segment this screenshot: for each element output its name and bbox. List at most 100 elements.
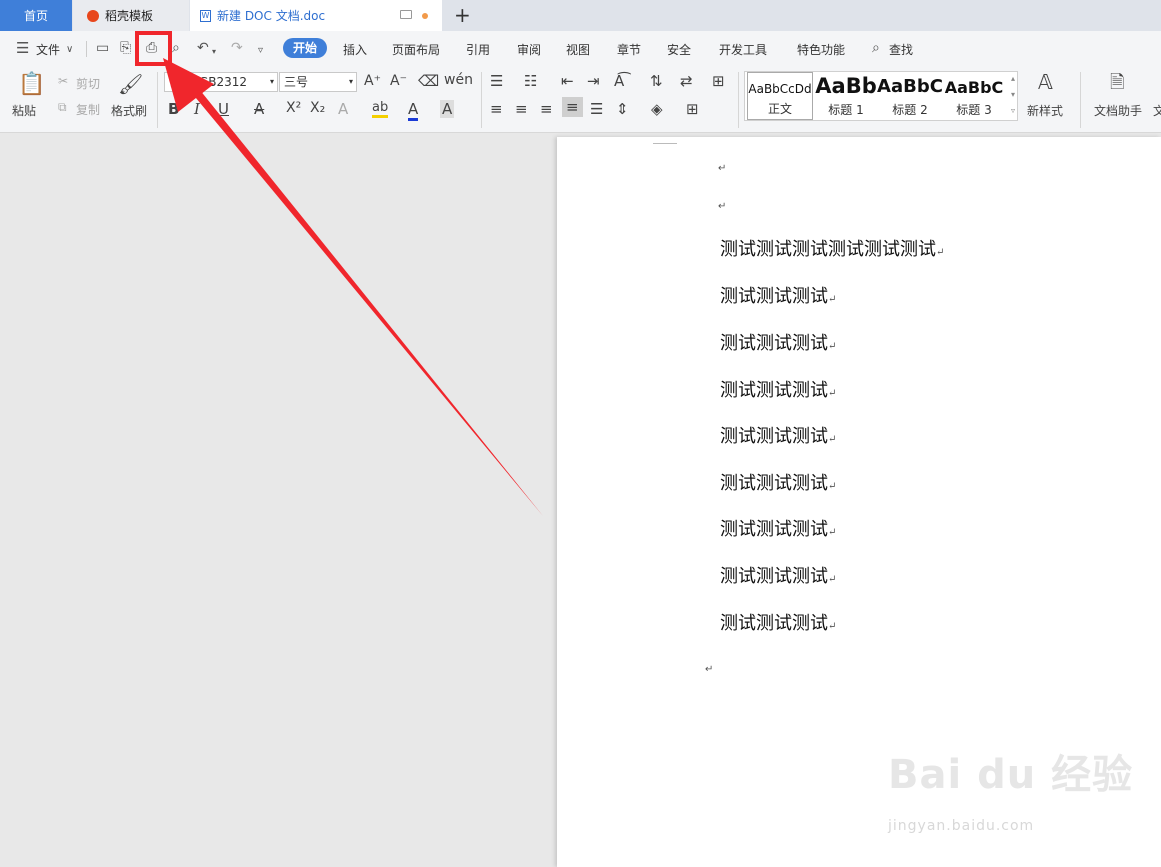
menu-security[interactable]: 安全 <box>667 41 691 58</box>
new-style-button[interactable]: 新样式 <box>1027 102 1063 119</box>
distributed-icon[interactable]: ☰ <box>590 100 603 118</box>
truncated-label: 文 <box>1153 104 1161 118</box>
menu-insert[interactable]: 插入 <box>343 41 367 58</box>
divider <box>481 72 482 128</box>
search-icon: ⌕ <box>872 40 880 56</box>
undo-dropdown-icon[interactable]: ▾ <box>212 44 216 60</box>
subscript-icon[interactable]: X₂ <box>310 100 325 116</box>
underline-icon[interactable]: U <box>218 100 229 118</box>
text-effect-icon[interactable]: A <box>338 100 348 118</box>
font-name-value: 仿宋_GB2312 <box>169 75 248 89</box>
table-grid-icon[interactable]: ⊞ <box>712 72 725 90</box>
gallery-scroll-down-icon[interactable]: ▾ <box>1011 90 1015 99</box>
menu-special-features[interactable]: 特色功能 <box>797 41 845 58</box>
menu-sections[interactable]: 章节 <box>617 41 641 58</box>
tab-templates[interactable]: 稻壳模板 <box>73 0 189 31</box>
style-heading-1[interactable]: AaBb 标题 1 <box>813 72 879 120</box>
font-size-select[interactable]: 三号 ▾ <box>279 72 357 92</box>
numbering-icon[interactable]: ☷ <box>524 72 537 90</box>
shading-icon[interactable]: ◈ <box>651 100 663 118</box>
style-normal[interactable]: AaBbCcDd 正文 <box>747 72 813 120</box>
menu-page-layout[interactable]: 页面布局 <box>392 41 440 58</box>
menu-developer[interactable]: 开发工具 <box>719 41 767 58</box>
bullets-icon[interactable]: ☰ <box>490 72 503 90</box>
document-line: 测试测试测试↵ <box>720 380 837 401</box>
cut-button[interactable]: 剪切 <box>76 75 100 92</box>
document-line: 测试测试测试测试测试测试↵ <box>720 239 945 260</box>
customize-quickbar-icon[interactable]: ▿ <box>258 43 263 59</box>
italic-icon[interactable]: I <box>194 100 200 118</box>
justify-icon[interactable]: ≡ <box>562 97 583 117</box>
style-preview: AaBbCcDd <box>748 82 812 96</box>
menu-start[interactable]: 开始 <box>283 38 327 58</box>
menu-references[interactable]: 引用 <box>466 41 490 58</box>
phonetic-guide-icon[interactable]: wén <box>444 72 473 88</box>
new-style-icon[interactable]: 𝔸 <box>1038 70 1053 94</box>
baidu-jingyan-watermark: Bai du 经验 jingyan.baidu.com <box>888 742 1134 834</box>
document-line: 测试测试测试↵ <box>720 519 837 540</box>
document-line: 测试测试测试↵ <box>720 286 837 307</box>
watermark-logo: Bai du 经验 <box>888 752 1134 798</box>
doc-assistant-button[interactable]: 文档助手 <box>1094 102 1142 119</box>
document-line: 测试测试测试↵ <box>720 333 837 354</box>
menu-file[interactable]: 文件 <box>36 41 60 58</box>
char-shading-icon[interactable]: A <box>440 100 455 118</box>
font-color-icon[interactable]: A <box>408 100 419 121</box>
strikethrough-icon[interactable]: A <box>254 100 264 118</box>
monitor-icon[interactable] <box>400 10 412 19</box>
chevron-down-icon: ▾ <box>269 77 274 86</box>
save-icon[interactable]: ▭ <box>96 40 109 56</box>
align-left-icon[interactable]: ≡ <box>490 100 503 118</box>
tab-document[interactable]: W 新建 DOC 文档.doc <box>190 0 442 31</box>
sort-icon[interactable]: ⇅ <box>650 72 663 90</box>
bold-icon[interactable]: B <box>168 100 179 118</box>
redo-icon[interactable]: ↷ <box>231 40 243 56</box>
new-tab-button[interactable]: + <box>454 4 471 26</box>
divider <box>86 41 87 57</box>
export-pdf-icon[interactable]: ⎘ <box>120 40 131 56</box>
highlight-icon[interactable]: ab <box>372 100 389 118</box>
cut-icon[interactable]: ✂ <box>58 74 68 88</box>
show-hide-marks-icon[interactable]: ⇄ <box>680 72 693 90</box>
borders-icon[interactable]: ⊞ <box>686 100 699 118</box>
menu-view[interactable]: 视图 <box>566 41 590 58</box>
gallery-scroll-up-icon[interactable]: ▴ <box>1011 74 1015 83</box>
tab-document-label: 新建 DOC 文档.doc <box>217 9 326 23</box>
superscript-icon[interactable]: X² <box>286 100 301 116</box>
font-name-select[interactable]: 仿宋_GB2312 ▾ <box>164 72 278 92</box>
font-size-value: 三号 <box>284 75 309 89</box>
ribbon-toolbar: 📋 粘贴 ✂ 剪切 ⧉ 复制 🖌 格式刷 仿宋_GB2312 ▾ 三号 ▾ A⁺ A… <box>0 66 1161 133</box>
divider <box>738 72 739 128</box>
decrease-indent-icon[interactable]: ⇤ <box>561 72 574 90</box>
menu-find[interactable]: 查找 <box>889 41 913 58</box>
style-preview: AaBb <box>815 74 877 98</box>
gallery-expand-icon[interactable]: ▿ <box>1011 106 1015 115</box>
chinese-layout-icon[interactable]: A͡ <box>614 72 624 90</box>
hamburger-icon[interactable]: ☰ <box>16 40 29 56</box>
style-heading-3[interactable]: AaBbC 标题 3 <box>941 72 1007 120</box>
shrink-font-icon[interactable]: A⁻ <box>390 73 407 89</box>
undo-icon[interactable]: ↶ <box>197 40 209 56</box>
style-name: 正文 <box>767 102 792 116</box>
clear-format-icon[interactable]: ⌫ <box>418 72 439 90</box>
copy-button[interactable]: 复制 <box>76 101 100 118</box>
increase-indent-icon[interactable]: ⇥ <box>587 72 600 90</box>
align-right-icon[interactable]: ≡ <box>540 100 553 118</box>
menu-review[interactable]: 审阅 <box>517 41 541 58</box>
style-preview: AaBbC <box>877 76 943 97</box>
tab-home[interactable]: 首页 <box>0 0 72 31</box>
document-line: 测试测试测试↵ <box>720 426 837 447</box>
line-spacing-icon[interactable]: ⇕ <box>616 100 629 118</box>
page-corner-mark <box>653 137 677 144</box>
print-button-highlight <box>135 31 172 66</box>
print-preview-icon[interactable]: ⌕ <box>172 40 180 56</box>
align-center-icon[interactable]: ≡ <box>515 100 528 118</box>
format-painter-icon[interactable]: 🖌 <box>118 72 143 96</box>
copy-icon[interactable]: ⧉ <box>58 100 67 115</box>
format-painter-button[interactable]: 格式刷 <box>111 102 147 119</box>
doc-assistant-icon[interactable]: 🗎 <box>1110 70 1124 100</box>
grow-font-icon[interactable]: A⁺ <box>364 73 381 89</box>
style-heading-2[interactable]: AaBbC 标题 2 <box>877 72 943 120</box>
paste-icon[interactable]: 📋 <box>18 72 45 97</box>
paste-button[interactable]: 粘贴 <box>12 102 36 119</box>
